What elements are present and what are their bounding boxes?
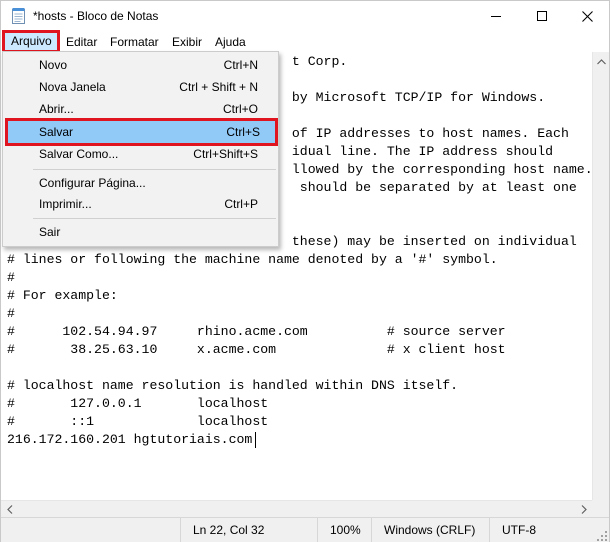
editor-line-13: # [7,270,15,285]
notepad-window: *hosts - Bloco de Notas Arquivo Editar F… [0,0,610,542]
file-menu-item-shortcut: Ctrl+P [224,197,258,211]
status-zoom: 100% [317,518,371,542]
menu-bar: Arquivo Editar Formatar Exibir Ajuda [1,30,609,53]
file-menu-item-label: Nova Janela [39,80,106,94]
minimize-icon [491,11,501,21]
title-bar: *hosts - Bloco de Notas [1,1,609,31]
editor-line-14: # For example: [7,288,118,303]
menu-formatar-label: Formatar [110,35,159,49]
menu-separator [33,218,276,219]
menu-formatar[interactable]: Formatar [104,33,165,51]
menu-ajuda-label: Ajuda [215,35,246,49]
scrollbar-corner [592,500,609,517]
file-menu-item-label: Salvar Como... [39,147,119,161]
file-menu-item-label: Configurar Página... [39,176,146,190]
minimize-button[interactable] [473,1,519,31]
menu-exibir[interactable]: Exibir [166,33,208,51]
editor-line-21: # ::1 localhost [7,414,269,429]
editor-line-16: # 102.54.94.97 rhino.acme.com # source s… [7,324,506,339]
editor-line-20: # 127.0.0.1 localhost [7,396,269,411]
close-button[interactable] [564,1,610,31]
file-menu-dropdown: Novo Ctrl+N Nova Janela Ctrl + Shift + N… [2,51,279,247]
menu-arquivo[interactable]: Arquivo [2,30,60,53]
file-menu-item-abrir[interactable]: Abrir... Ctrl+O [5,98,276,120]
maximize-button[interactable] [519,1,565,31]
editor-line-17: # 38.25.63.10 x.acme.com # x client host [7,342,506,357]
scroll-up-button[interactable] [593,52,610,69]
file-menu-item-salvar[interactable]: Salvar Ctrl+S [5,118,278,146]
file-menu-item-configurar-pagina[interactable]: Configurar Página... [5,172,276,194]
menu-ajuda[interactable]: Ajuda [209,33,252,51]
file-menu-item-label: Abrir... [39,102,74,116]
menu-separator [33,169,276,170]
status-bar: Ln 22, Col 32 100% Windows (CRLF) UTF-8 [1,517,609,542]
file-menu-item-shortcut: Ctrl+O [222,102,258,116]
file-menu-item-label: Imprimir... [39,197,92,211]
status-encoding: UTF-8 [489,518,609,542]
text-caret [255,432,256,448]
file-menu-item-label: Salvar [39,125,74,139]
resize-grip-icon[interactable] [597,530,607,541]
file-menu-item-shortcut: Ctrl + Shift + N [179,80,258,94]
editor-line-12: # lines or following the machine name de… [7,252,498,267]
scroll-left-button[interactable] [1,501,18,518]
close-icon [581,10,593,22]
editor-line-22: 216.172.160.201 hgtutoriais.com [7,432,253,447]
menu-editar[interactable]: Editar [60,33,103,51]
notepad-icon [11,7,27,24]
chevron-up-icon [597,54,606,68]
status-line-ending: Windows (CRLF) [371,518,489,542]
file-menu-item-nova-janela[interactable]: Nova Janela Ctrl + Shift + N [5,76,276,98]
file-menu-item-label: Sair [39,225,61,239]
vertical-scrollbar[interactable] [592,52,609,517]
editor-line-19: # localhost name resolution is handled w… [7,378,459,393]
file-menu-item-shortcut: Ctrl+Shift+S [193,147,258,161]
status-cursor-position: Ln 22, Col 32 [180,518,317,542]
file-menu-item-sair[interactable]: Sair [5,221,276,243]
window-title: *hosts - Bloco de Notas [33,9,159,23]
editor-line-15: # [7,306,15,321]
menu-editar-label: Editar [66,35,98,49]
file-menu-item-salvar-como[interactable]: Salvar Como... Ctrl+Shift+S [5,143,276,165]
menu-exibir-label: Exibir [172,35,203,49]
chevron-right-icon [581,503,587,517]
file-menu-item-shortcut: Ctrl+S [226,125,260,139]
maximize-icon [537,11,547,21]
chevron-left-icon [6,503,13,517]
file-menu-item-label: Novo [39,58,68,72]
file-menu-item-novo[interactable]: Novo Ctrl+N [5,54,276,76]
file-menu-item-shortcut: Ctrl+N [223,58,258,72]
scroll-right-button[interactable] [575,501,592,518]
file-menu-item-imprimir[interactable]: Imprimir... Ctrl+P [5,193,276,215]
horizontal-scrollbar[interactable] [1,500,592,517]
menu-arquivo-label: Arquivo [11,34,52,48]
